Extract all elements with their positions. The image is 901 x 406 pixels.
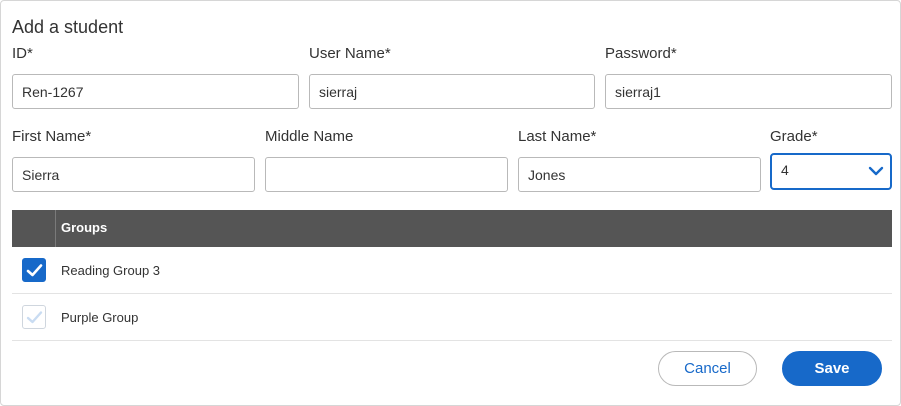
id-field[interactable] (12, 74, 299, 109)
chevron-down-icon (868, 166, 884, 176)
checkmark-icon (26, 264, 43, 277)
group-label: Purple Group (61, 310, 139, 325)
username-label: User Name* (309, 45, 391, 62)
group-checkbox-purple-group[interactable] (22, 305, 46, 329)
table-row[interactable]: Purple Group (12, 294, 892, 341)
groups-table-header: Groups (12, 210, 892, 247)
group-label: Reading Group 3 (61, 263, 161, 278)
username-field[interactable] (309, 74, 595, 109)
groups-table: Groups Reading Group 3 Purple Group (12, 210, 892, 341)
last-name-field[interactable] (518, 157, 761, 192)
grade-select[interactable]: 4 (770, 153, 892, 190)
header-column-divider (55, 210, 56, 247)
groups-column-header: Groups (61, 220, 108, 235)
add-student-dialog: Add a student ID* User Name* Password* F… (0, 0, 901, 406)
first-name-field[interactable] (12, 157, 255, 192)
first-name-label: First Name* (12, 128, 92, 145)
middle-name-label: Middle Name (265, 128, 354, 145)
password-label: Password* (605, 45, 677, 62)
password-field[interactable] (605, 74, 892, 109)
group-checkbox-reading-group-3[interactable] (22, 258, 46, 282)
dialog-title: Add a student (12, 17, 124, 37)
last-name-label: Last Name* (518, 128, 597, 145)
grade-selected-value: 4 (781, 162, 789, 178)
checkmark-icon (26, 311, 43, 324)
middle-name-field[interactable] (265, 157, 508, 192)
id-label: ID* (12, 45, 33, 62)
table-row[interactable]: Reading Group 3 (12, 247, 892, 294)
cancel-button[interactable]: Cancel (658, 351, 757, 386)
grade-label: Grade* (770, 128, 818, 145)
save-button[interactable]: Save (782, 351, 882, 386)
